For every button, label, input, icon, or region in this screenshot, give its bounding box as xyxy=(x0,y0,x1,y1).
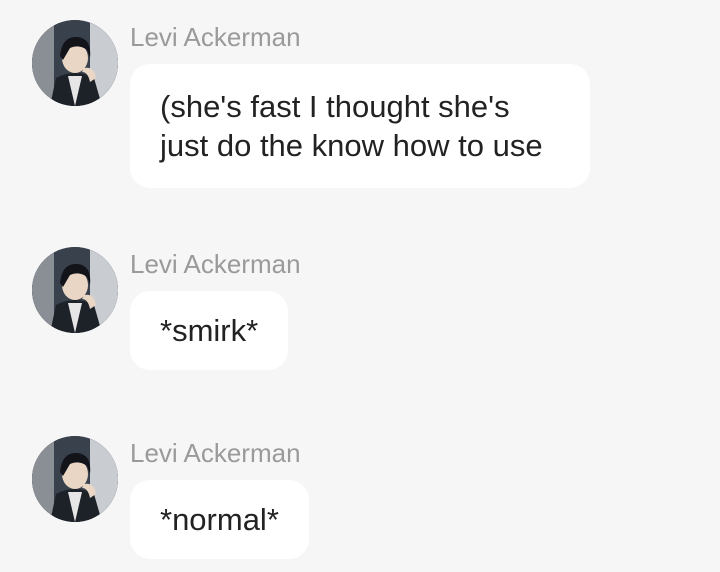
chat-thread: Levi Ackerman (she's fast I thought she'… xyxy=(0,0,720,572)
avatar-portrait-icon xyxy=(32,436,118,522)
avatar[interactable] xyxy=(32,20,118,106)
sender-name: Levi Ackerman xyxy=(130,249,301,279)
sender-name: Levi Ackerman xyxy=(130,438,301,468)
avatar-portrait-icon xyxy=(32,20,118,106)
avatar-portrait-icon xyxy=(32,247,118,333)
message-bubble[interactable]: *smirk* xyxy=(130,291,289,370)
sender-name: Levi Ackerman xyxy=(130,22,301,52)
avatar[interactable] xyxy=(32,247,118,333)
avatar[interactable] xyxy=(32,436,118,522)
message-bubble[interactable]: (she's fast I thought she's just do the … xyxy=(130,64,590,188)
message-bubble[interactable]: *normal* xyxy=(130,480,309,559)
